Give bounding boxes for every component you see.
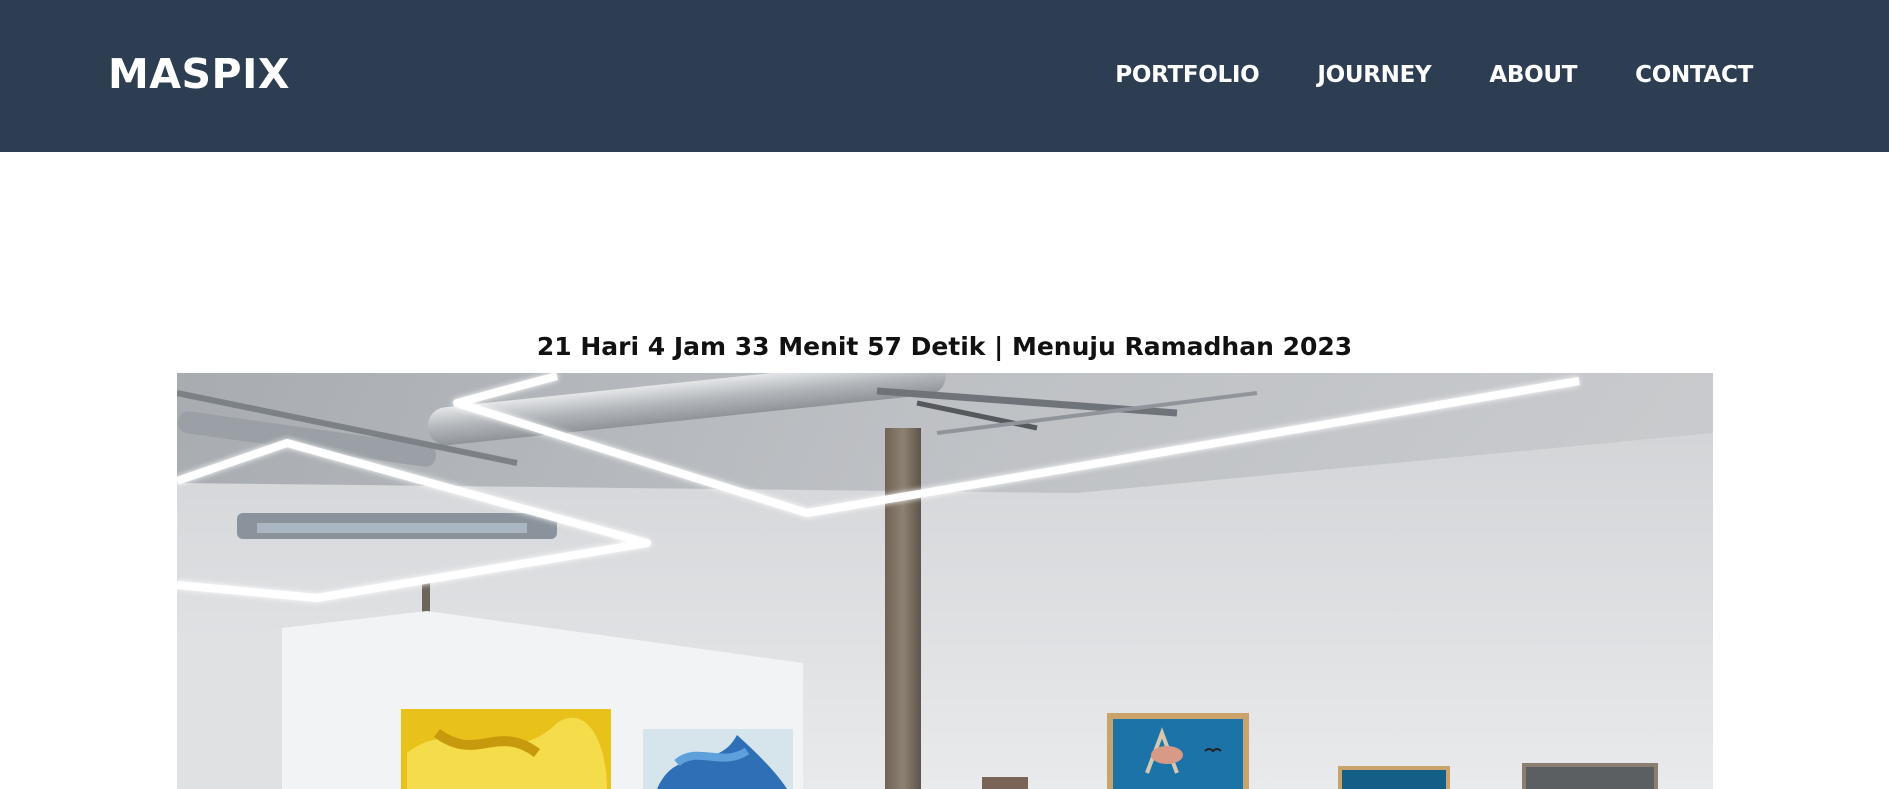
navbar: MASPIX PORTFOLIO JOURNEY ABOUT CONTACT bbox=[0, 0, 1889, 152]
nav-item-about[interactable]: ABOUT bbox=[1489, 62, 1577, 88]
brand-logo[interactable]: MASPIX bbox=[108, 50, 290, 98]
nav-item-journey[interactable]: JOURNEY bbox=[1317, 62, 1431, 88]
main-nav: PORTFOLIO JOURNEY ABOUT CONTACT bbox=[1057, 62, 1753, 88]
painting-bird bbox=[1107, 713, 1249, 789]
gallery-illustration bbox=[177, 373, 1713, 789]
countdown-text: 21 Hari 4 Jam 33 Menit 57 Detik | Menuju… bbox=[536, 332, 1353, 361]
nav-item-contact[interactable]: CONTACT bbox=[1635, 62, 1753, 88]
painting-yellow bbox=[401, 709, 611, 789]
nav-item-portfolio[interactable]: PORTFOLIO bbox=[1115, 62, 1259, 88]
painting-blue bbox=[643, 729, 793, 789]
hero-image bbox=[177, 373, 1713, 789]
